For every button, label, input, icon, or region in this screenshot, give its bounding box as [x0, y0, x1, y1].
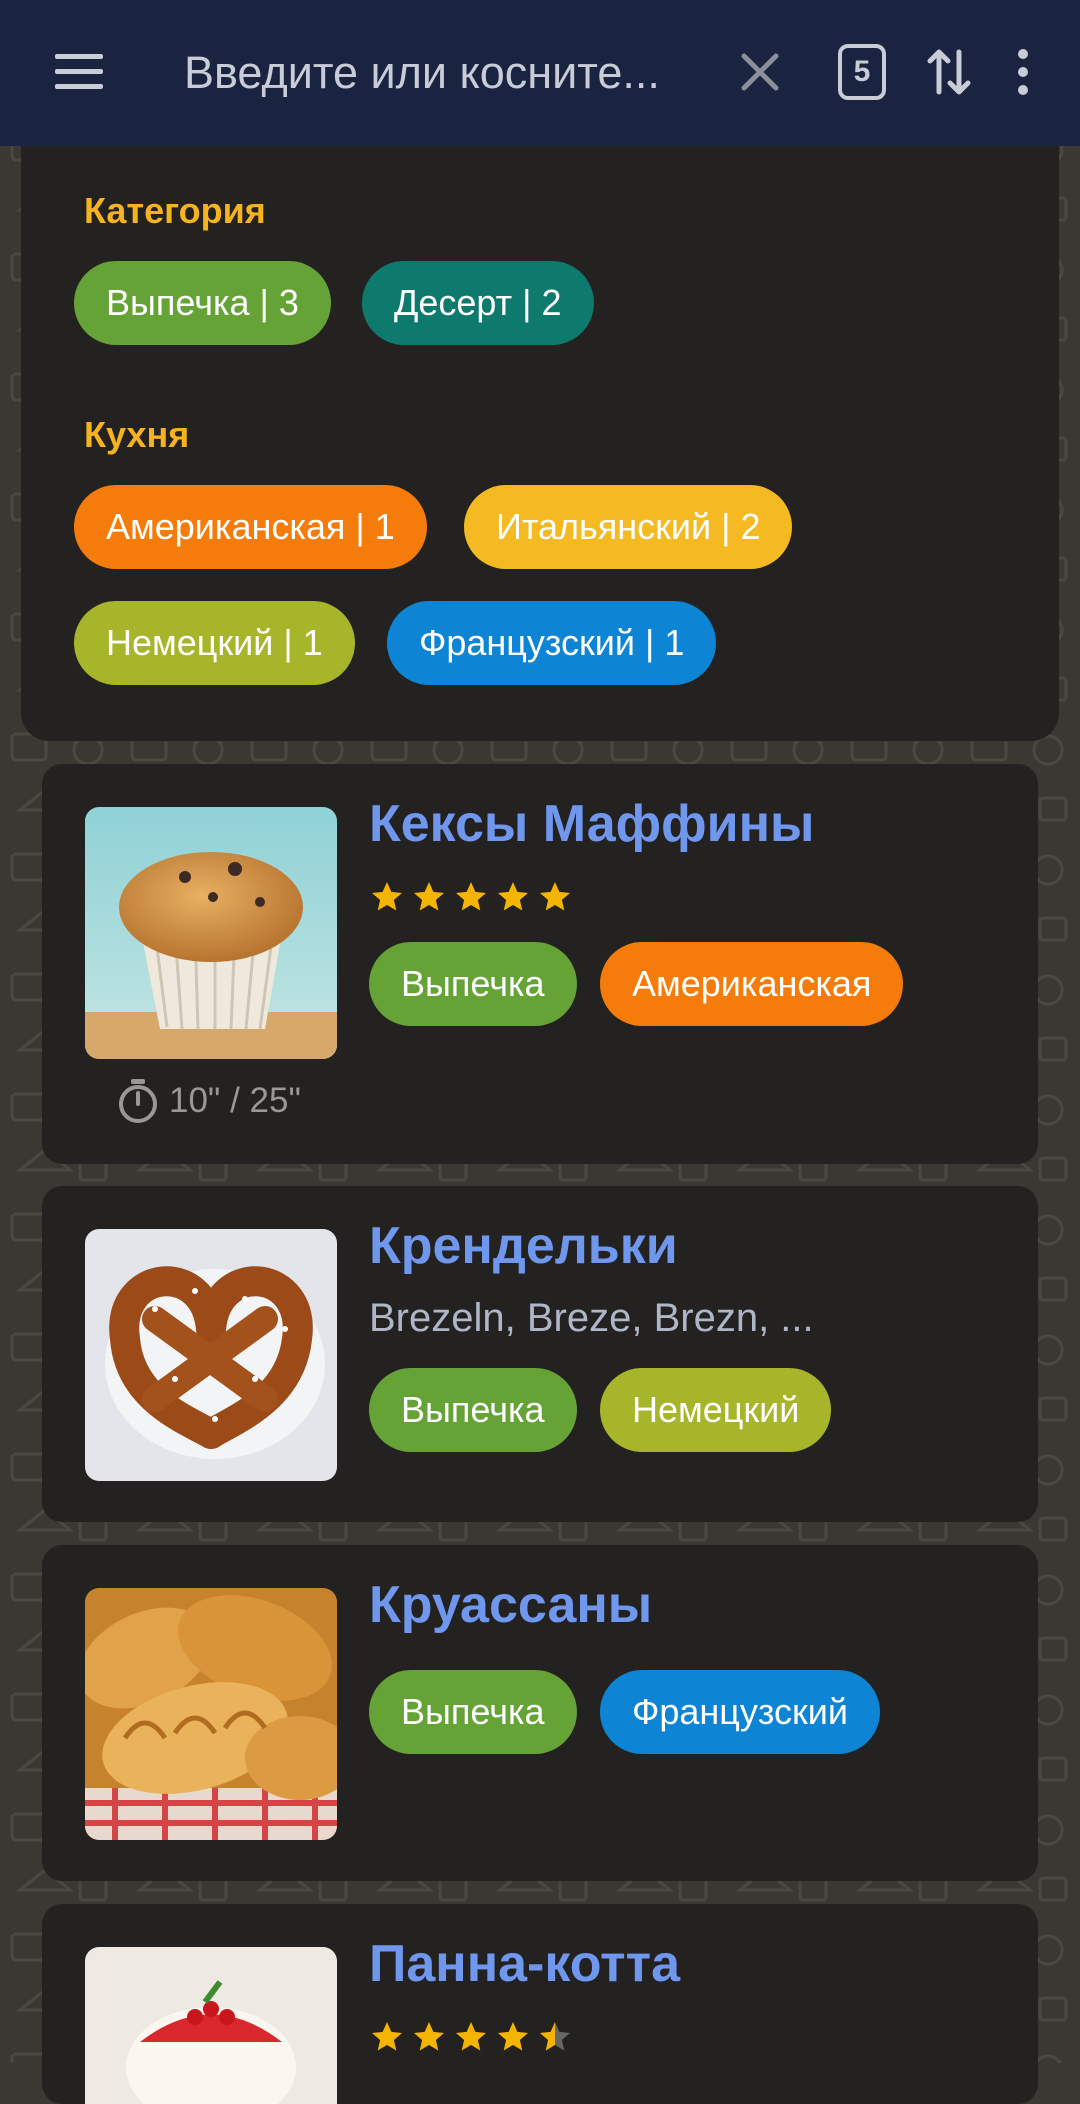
recipe-image-croissant	[85, 1588, 337, 1840]
star-icon	[456, 882, 486, 911]
more-options-icon[interactable]	[990, 39, 1056, 105]
tag-cuisine[interactable]: Немецкий	[600, 1368, 832, 1452]
rating-stars	[369, 879, 573, 915]
tag-category[interactable]: Выпечка	[369, 1670, 577, 1754]
star-icon	[372, 882, 402, 911]
recipe-image-panna-cotta	[85, 1947, 337, 2104]
recipe-title: Крендельки	[369, 1217, 678, 1275]
chip-cuisine-french[interactable]: Французский | 1	[387, 601, 717, 685]
star-icon	[414, 882, 444, 911]
recipe-title: Панна-котта	[369, 1935, 681, 1993]
chip-cuisine-american[interactable]: Американская | 1	[74, 485, 427, 569]
result-count-badge[interactable]: 5	[829, 39, 895, 105]
count-badge-label: 5	[838, 44, 886, 100]
recipe-title: Кексы Маффины	[369, 795, 815, 853]
tag-category[interactable]: Выпечка	[369, 1368, 577, 1452]
top-app-bar: Введите или косните... 5	[0, 0, 1080, 146]
star-icon	[456, 2022, 486, 2051]
recipe-card[interactable]: Кексы Маффины Выпечка Американская 10" /…	[42, 764, 1038, 1164]
timer-icon	[119, 1079, 157, 1123]
chip-category-baking[interactable]: Выпечка | 3	[74, 261, 331, 345]
search-input[interactable]: Введите или косните...	[184, 40, 704, 106]
star-icon	[498, 882, 528, 911]
star-icon	[540, 882, 570, 911]
recipe-image-muffin	[85, 807, 337, 1059]
star-icon	[414, 2022, 444, 2051]
chip-cuisine-german[interactable]: Немецкий | 1	[74, 601, 355, 685]
star-half-icon	[540, 2022, 570, 2051]
recipe-alt-names: Brezeln, Breze, Brezn, ...	[369, 1296, 814, 1340]
clear-icon[interactable]	[727, 39, 793, 105]
recipe-card[interactable]: Круассаны Выпечка Французский	[42, 1545, 1038, 1881]
chip-cuisine-italian[interactable]: Итальянский | 2	[464, 485, 793, 569]
star-icon	[372, 2022, 402, 2051]
recipe-image-pretzel	[85, 1229, 337, 1481]
tag-cuisine[interactable]: Французский	[600, 1670, 880, 1754]
star-icon	[498, 2022, 528, 2051]
tag-category[interactable]: Выпечка	[369, 942, 577, 1026]
cuisine-section-title: Кухня	[84, 414, 190, 455]
filter-panel: Категория Выпечка | 3 Десерт | 2 Кухня А…	[21, 146, 1059, 741]
cook-time: 10" / 25"	[117, 1078, 301, 1124]
menu-icon[interactable]	[46, 39, 112, 105]
sort-icon[interactable]	[916, 39, 982, 105]
tag-cuisine[interactable]: Американская	[600, 942, 904, 1026]
rating-stars	[369, 2019, 573, 2055]
recipe-card[interactable]: Крендельки Brezeln, Breze, Brezn, ... Вы…	[42, 1186, 1038, 1522]
category-section-title: Категория	[84, 190, 266, 231]
recipe-card[interactable]: Панна-котта	[42, 1904, 1038, 2104]
chip-category-dessert[interactable]: Десерт | 2	[362, 261, 594, 345]
recipe-title: Круассаны	[369, 1576, 653, 1634]
cook-time-label: 10" / 25"	[169, 1081, 301, 1120]
